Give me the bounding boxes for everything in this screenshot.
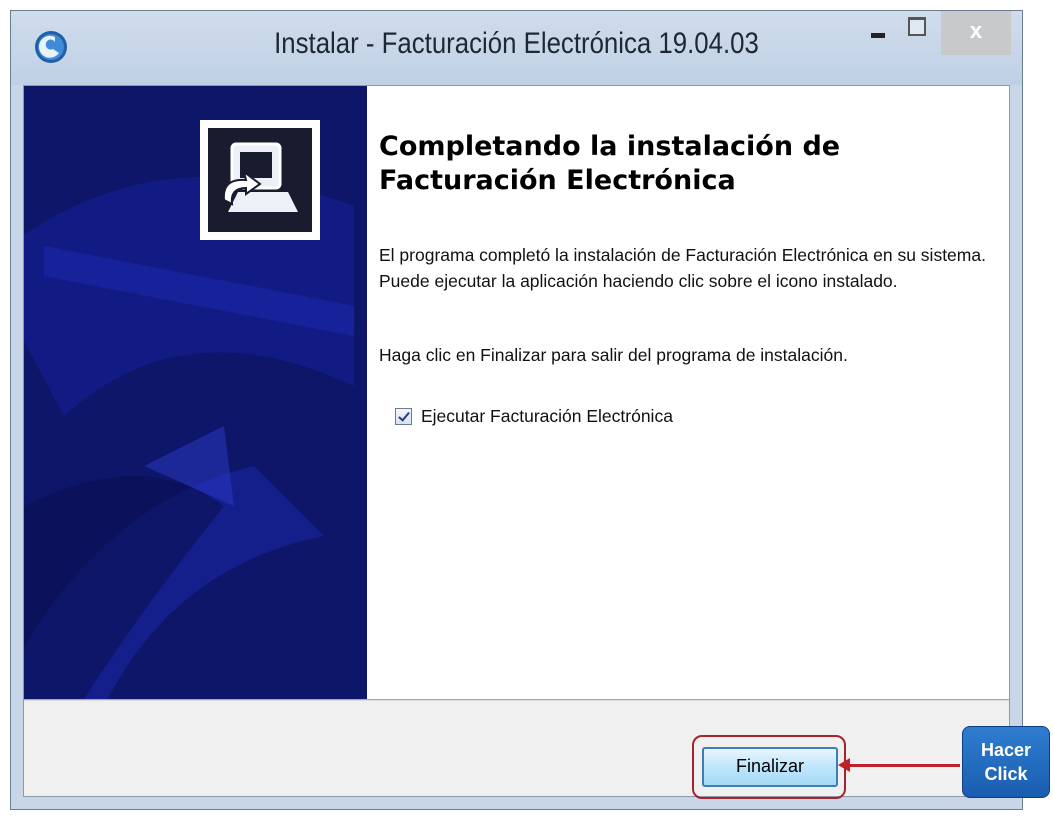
arrow-head-icon	[838, 758, 850, 772]
minimize-button[interactable]	[859, 11, 899, 45]
finish-button[interactable]: Finalizar	[702, 747, 838, 787]
run-app-checkbox-label[interactable]: Ejecutar Facturación Electrónica	[421, 406, 673, 427]
window-title: Instalar - Facturación Electrónica 19.04…	[274, 27, 759, 60]
close-button[interactable]: x	[941, 11, 1011, 55]
finish-instruction: Haga clic en Finalizar para salir del pr…	[379, 345, 848, 365]
completion-description: El programa completó la instalación de F…	[379, 245, 986, 291]
computer-install-icon	[222, 142, 298, 212]
wizard-main-panel: Completando la instalación de Facturació…	[367, 86, 1009, 699]
callout-line-1: Hacer	[980, 740, 1032, 760]
maximize-button[interactable]	[899, 11, 935, 45]
run-app-option[interactable]: Ejecutar Facturación Electrónica	[395, 404, 673, 428]
wizard-side-image	[24, 86, 367, 699]
page-title: Completando la instalación de Facturació…	[379, 131, 841, 196]
wizard-content: Completando la instalación de Facturació…	[23, 85, 1010, 799]
installer-logo	[200, 120, 320, 240]
callout-line-2: Click	[984, 764, 1028, 784]
title-bar[interactable]: Instalar - Facturación Electrónica 19.04…	[11, 11, 1022, 85]
click-here-callout: Hacer Click	[962, 726, 1050, 798]
app-icon	[35, 31, 67, 63]
run-app-checkbox[interactable]	[395, 407, 412, 425]
pointer-arrow	[848, 764, 960, 767]
wizard-footer: Finalizar	[24, 701, 1009, 799]
installer-window: Instalar - Facturación Electrónica 19.04…	[10, 10, 1023, 810]
